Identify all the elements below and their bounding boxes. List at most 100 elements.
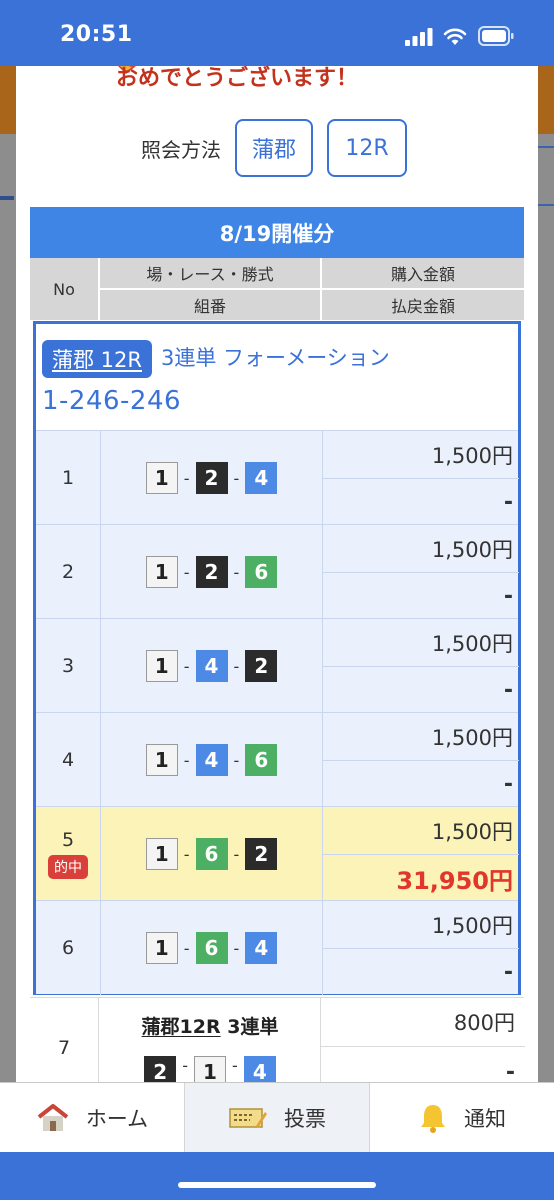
table-row: 6 1- 6- 4 1,500円 -: [36, 900, 519, 995]
battery-icon: [478, 26, 514, 46]
venue-button[interactable]: 蒲郡: [235, 119, 313, 177]
boat-number: 1: [194, 1056, 226, 1082]
background-mark: [0, 196, 14, 200]
purchase-amount: 800円: [453, 1011, 515, 1035]
boat-number: 4: [245, 462, 278, 494]
inquiry-method: 照会方法 蒲郡 12R: [141, 118, 407, 178]
payout-amount: -: [323, 760, 519, 807]
row-no: 3: [61, 655, 75, 677]
row-no-cell: 6: [36, 901, 100, 995]
purchase-amount: 1,500円: [431, 725, 513, 750]
header-no: No: [30, 258, 98, 320]
status-bar: 20:51: [0, 0, 554, 66]
header-race-info: 場・レース・勝式: [100, 258, 320, 288]
bell-icon: [421, 1104, 445, 1133]
purchase-amount: 1,500円: [431, 631, 513, 656]
tab-home[interactable]: ホーム: [0, 1083, 185, 1152]
boat-number: 2: [245, 838, 278, 870]
bet-type: 3連単 フォーメーション: [161, 346, 390, 370]
status-time: 20:51: [60, 22, 133, 47]
purchase-amount: 1,500円: [431, 913, 513, 938]
race-button[interactable]: 12R: [327, 119, 407, 177]
tab-vote[interactable]: 投票: [185, 1083, 370, 1152]
boat-combination: 1- 2- 4: [100, 431, 322, 525]
boat-number: 2: [195, 556, 228, 588]
bottom-tab-bar: ホーム 投票 通知: [0, 1082, 554, 1152]
payout-amount: -: [321, 1046, 525, 1082]
amount-cell: 800円 -: [320, 998, 525, 1082]
boat-number: 1: [145, 838, 178, 870]
congrats-message: おめでとうございます！: [116, 66, 359, 91]
tab-notifications[interactable]: 通知: [370, 1083, 554, 1152]
row-no: 1: [61, 467, 75, 489]
date-header: 8/19開催分: [30, 207, 524, 258]
boat-combination: 1- 4- 2: [100, 619, 322, 713]
boat-combination: 1- 6- 4: [100, 901, 322, 995]
header-payout-amount: 払戻金額: [322, 290, 524, 320]
boat-number: 1: [145, 744, 178, 776]
row-no: 2: [61, 561, 75, 583]
payout-amount: -: [323, 572, 519, 619]
payout-amount: -: [323, 666, 519, 713]
inquiry-label: 照会方法: [141, 137, 221, 162]
amount-cell: 1,500円 -: [322, 713, 519, 807]
result-modal: おめでとうございます！ 照会方法 蒲郡 12R 8/19開催分 No 場・レース…: [16, 66, 538, 1082]
boat-combination: 1- 2- 6: [100, 525, 322, 619]
boat-number: 6: [195, 932, 228, 964]
row-bet-type: 3連単: [227, 1016, 279, 1038]
boat-number: 1: [145, 650, 178, 682]
boat-number: 6: [245, 556, 278, 588]
row-no-cell: 4: [36, 713, 100, 807]
row-race-title: 蒲郡12R 3連単: [99, 1012, 321, 1039]
row-no: 6: [61, 937, 75, 959]
boat-number: 1: [145, 556, 178, 588]
table-row: 7 蒲郡12R 3連単 2- 1- 4 800円 -: [30, 997, 525, 1082]
boat-combination: 1- 4- 6: [100, 713, 322, 807]
amount-cell: 1,500円 -: [322, 619, 519, 713]
home-indicator[interactable]: [178, 1182, 376, 1188]
bottom-band: [0, 1152, 554, 1200]
amount-cell: 1,500円 -: [322, 525, 519, 619]
payout-amount: -: [323, 948, 519, 995]
row-race-cell: 蒲郡12R 3連単 2- 1- 4: [98, 998, 320, 1082]
boat-number: 4: [195, 744, 228, 776]
cellular-signal-icon: [405, 28, 433, 46]
amount-cell: 1,500円 31,950円: [322, 807, 519, 901]
header-combination: 組番: [100, 290, 320, 320]
boat-number: 6: [195, 838, 228, 870]
hit-badge: 的中: [48, 855, 88, 879]
row-no: 5: [61, 829, 75, 851]
formation-combination: 1-246-246: [42, 386, 182, 416]
row-no-cell: 2: [36, 525, 100, 619]
table-row: 1 1- 2- 4 1,500円 -: [36, 430, 519, 525]
wifi-icon: [443, 28, 467, 45]
row-no-cell: 5 的中: [36, 807, 100, 901]
amount-cell: 1,500円 -: [322, 431, 519, 525]
table-row: 4 1- 4- 6 1,500円 -: [36, 712, 519, 807]
table-row: 2 1- 2- 6 1,500円 -: [36, 524, 519, 619]
boat-number: 2: [245, 650, 278, 682]
tab-label: ホーム: [85, 1106, 149, 1131]
tab-label: 通知: [464, 1106, 506, 1131]
tab-label: 投票: [284, 1106, 326, 1131]
amount-cell: 1,500円 -: [322, 901, 519, 995]
payout-amount-win: 31,950円: [323, 854, 519, 901]
table-row-hit: 5 的中 1- 6- 2 1,500円 31,950円: [36, 806, 519, 901]
row-no: 7: [57, 1037, 71, 1059]
boat-number: 1: [145, 932, 178, 964]
boat-number: 4: [195, 650, 228, 682]
boat-number: 4: [243, 1056, 276, 1082]
purchase-amount: 1,500円: [431, 537, 513, 562]
row-no-cell: 3: [36, 619, 100, 713]
purchase-amount: 1,500円: [431, 443, 513, 468]
boat-combination: 2- 1- 4: [99, 1056, 321, 1082]
row-no: 4: [61, 749, 75, 771]
house-icon: [37, 1103, 69, 1131]
purchase-amount: 1,500円: [431, 819, 513, 844]
bet-group: 蒲郡 12R 3連単 フォーメーション 1-246-246 1 1- 2- 4 …: [33, 321, 521, 995]
race-badge[interactable]: 蒲郡 12R: [42, 340, 152, 378]
boat-combination: 1- 6- 2: [100, 807, 322, 901]
race-link[interactable]: 蒲郡12R: [142, 1016, 221, 1038]
ticket-icon: [229, 1107, 267, 1128]
boat-number: 1: [145, 462, 178, 494]
